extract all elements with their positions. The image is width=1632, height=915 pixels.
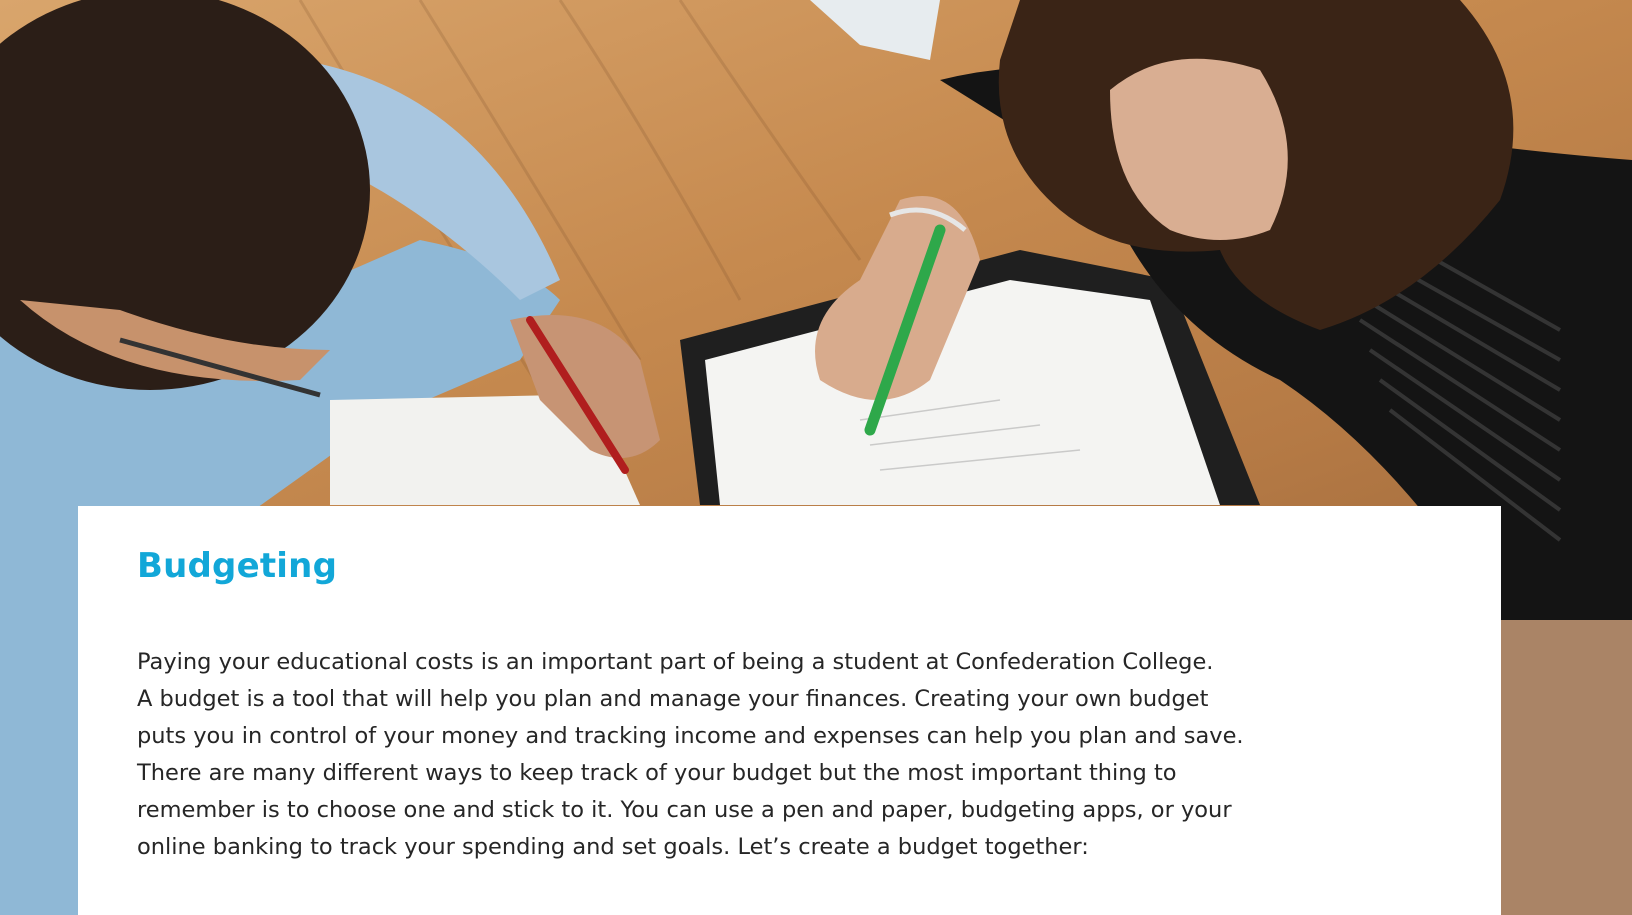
budgeting-card: Budgeting Paying your educational costs … <box>78 506 1501 915</box>
section-title: Budgeting <box>137 546 338 586</box>
section-body: Paying your educational costs is an impo… <box>137 649 1244 860</box>
booklet <box>810 0 940 60</box>
